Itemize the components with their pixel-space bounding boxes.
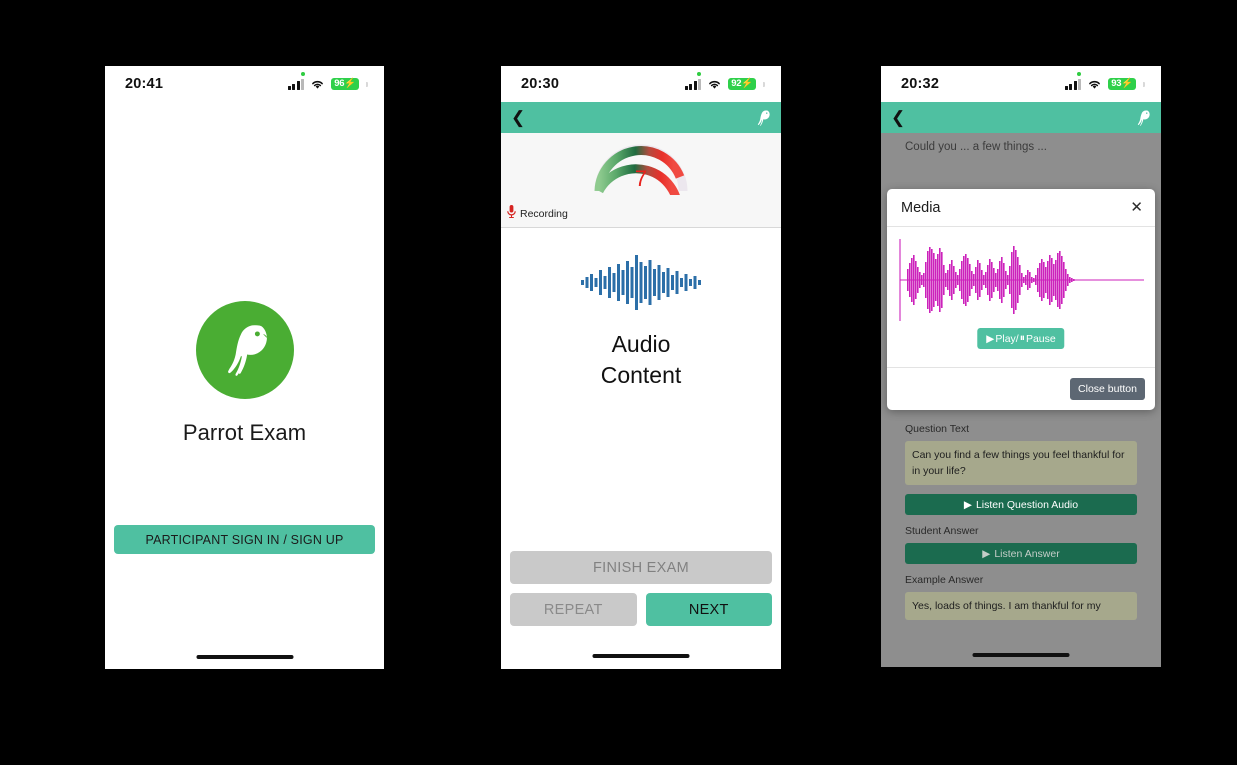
- gauge-value: 7: [634, 166, 648, 191]
- battery-icon: 92 ⚡: [728, 78, 756, 90]
- status-bar: 20:32 93 ⚡: [881, 66, 1161, 102]
- status-bar: 20:41 96 ⚡: [105, 66, 384, 102]
- media-modal-body: ▶ Play/ ⏸ Pause: [887, 227, 1155, 367]
- battery-tip-icon: [763, 81, 765, 87]
- play-label: Play/: [995, 332, 1019, 345]
- media-modal-footer: Close button: [887, 367, 1155, 410]
- home-indicator: [196, 655, 293, 659]
- close-icon[interactable]: ✕: [1130, 200, 1143, 215]
- parrot-logo-icon: [195, 301, 294, 399]
- audio-waveform-icon: [581, 253, 701, 316]
- recording-dot-icon: [301, 72, 305, 76]
- phone-screen-exam: 20:30 92 ⚡ ❮ 7 Recording Audio Content F…: [501, 66, 781, 669]
- question-text-box: Can you find a few things you feel thank…: [905, 441, 1137, 485]
- recording-dot-icon: [1077, 72, 1081, 76]
- close-modal-button[interactable]: Close button: [1070, 378, 1145, 400]
- status-bar: 20:30 92 ⚡: [501, 66, 781, 102]
- exam-content: Audio Content FINISH EXAM REPEAT NEXT: [501, 228, 781, 668]
- listen-answer-button[interactable]: ▶ Listen Answer: [905, 543, 1137, 564]
- participant-signin-button[interactable]: PARTICIPANT SIGN IN / SIGN UP: [114, 525, 375, 554]
- signal-bars-icon: [684, 78, 702, 90]
- back-chevron-icon[interactable]: ❮: [511, 109, 525, 126]
- battery-icon: 93 ⚡: [1108, 78, 1136, 90]
- audio-title-line1: Audio: [611, 331, 671, 357]
- launch-content: Parrot Exam PARTICIPANT SIGN IN / SIGN U…: [105, 102, 384, 669]
- status-time: 20:41: [125, 76, 164, 92]
- wifi-icon: [310, 79, 325, 90]
- listen-question-label: Listen Question Audio: [975, 498, 1079, 511]
- app-header-bar: ❮: [501, 102, 781, 133]
- battery-level: 93: [1111, 78, 1122, 89]
- media-modal-title: Media: [901, 199, 941, 216]
- wifi-icon: [707, 79, 722, 90]
- question-section: 2. Question Question Text Can you find a…: [881, 386, 1161, 629]
- listen-question-audio-button[interactable]: ▶ Listen Question Audio: [905, 494, 1137, 515]
- next-button[interactable]: NEXT: [645, 593, 772, 626]
- signal-bars-icon: [1064, 78, 1082, 90]
- parrot-glyph: [227, 325, 267, 376]
- wifi-icon: [1087, 79, 1102, 90]
- screenshot-stage: 20:41 96 ⚡ Parrot Exam PARTICIPANT SIGN I…: [0, 0, 1237, 765]
- phone-screen-launch: 20:41 96 ⚡ Parrot Exam PARTICIPANT SIGN I…: [105, 66, 384, 669]
- battery-tip-icon: [1143, 81, 1145, 87]
- listen-answer-label: Listen Answer: [994, 547, 1060, 560]
- microphone-icon: [507, 205, 516, 223]
- status-time: 20:32: [901, 76, 940, 92]
- battery-tip-icon: [366, 81, 368, 87]
- finish-exam-button[interactable]: FINISH EXAM: [510, 551, 772, 584]
- student-answer-label: Student Answer: [905, 525, 979, 537]
- recording-indicator: Recording: [507, 205, 568, 223]
- recording-dot-icon: [697, 72, 701, 76]
- status-indicators: 96 ⚡: [287, 78, 368, 90]
- status-time: 20:30: [521, 76, 560, 92]
- media-modal: Media ✕ ▶ Play/ ⏸ Pause Close button: [887, 189, 1155, 410]
- repeat-button[interactable]: REPEAT: [510, 593, 637, 626]
- audio-title-line2: Content: [600, 362, 682, 388]
- review-body: Could you ... a few things ... 2. Questi…: [881, 133, 1161, 667]
- behind-text: Could you ... a few things ...: [905, 141, 1047, 153]
- recording-label: Recording: [520, 208, 568, 220]
- play-icon: ▶: [963, 498, 972, 511]
- app-header-bar: ❮: [881, 102, 1161, 133]
- parrot-mini-icon: [1133, 106, 1153, 130]
- exam-action-buttons: FINISH EXAM REPEAT NEXT: [510, 551, 772, 626]
- audio-content-title: Audio Content: [601, 329, 682, 391]
- question-text-label: Question Text: [905, 423, 970, 435]
- home-indicator: [592, 654, 690, 658]
- status-indicators: 92 ⚡: [684, 78, 765, 90]
- phone-screen-review: 20:32 93 ⚡ ❮ Could you ... a few things .…: [881, 66, 1161, 667]
- repeat-next-row: REPEAT NEXT: [510, 593, 772, 626]
- status-indicators: 93 ⚡: [1064, 78, 1145, 90]
- audio-waveform-plot: [898, 239, 1146, 326]
- back-chevron-icon[interactable]: ❮: [891, 109, 905, 126]
- battery-icon: 96 ⚡: [331, 78, 359, 90]
- signal-bars-icon: [287, 78, 305, 90]
- pause-icon: ⏸: [1019, 332, 1025, 344]
- media-modal-header: Media ✕: [887, 189, 1155, 227]
- example-answer-box: Yes, loads of things. I am thankful for …: [905, 592, 1137, 620]
- play-pause-button[interactable]: ▶ Play/ ⏸ Pause: [977, 328, 1065, 349]
- example-answer-label: Example Answer: [905, 574, 984, 586]
- page-behind-modal: Could you ... a few things ...: [881, 133, 1161, 155]
- battery-level: 96: [334, 78, 345, 89]
- app-title: Parrot Exam: [182, 420, 307, 445]
- home-indicator: [972, 653, 1070, 657]
- volume-gauge-panel: 7 Recording: [501, 133, 781, 228]
- battery-level: 92: [731, 78, 742, 89]
- play-icon: ▶: [986, 332, 995, 345]
- play-icon: ▶: [982, 547, 991, 560]
- parrot-mini-icon: [753, 106, 773, 130]
- pause-label: Pause: [1025, 332, 1056, 345]
